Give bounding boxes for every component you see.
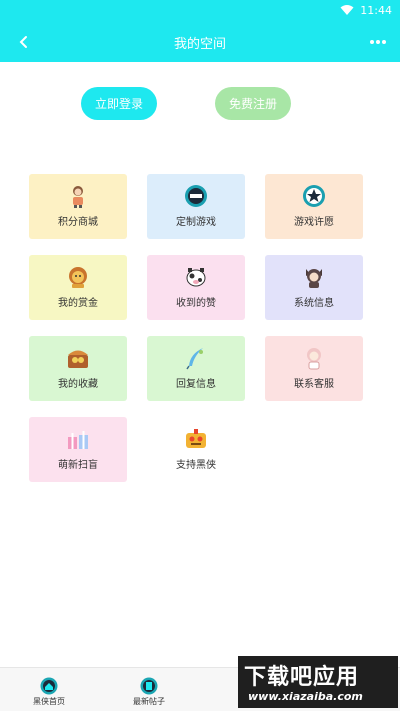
- menu-custom-game[interactable]: 定制游戏: [147, 174, 245, 239]
- watermark-text: 下载吧应用: [244, 665, 360, 690]
- nav-item-home[interactable]: 黑侠首页: [9, 668, 89, 711]
- wish-icon: [303, 185, 325, 207]
- menu-label: 回复信息: [176, 379, 216, 390]
- status-time: 11:44: [360, 4, 392, 17]
- new-badge-icon: [185, 185, 207, 207]
- support-icon: [186, 429, 206, 448]
- menu-my-favorites[interactable]: 我的收藏: [29, 336, 127, 401]
- menu-label: 联系客服: [294, 379, 334, 390]
- menu-label: 积分商城: [58, 217, 98, 228]
- menu-label: 游戏许愿: [294, 217, 334, 228]
- character-icon: [73, 186, 83, 208]
- login-button[interactable]: 立即登录: [81, 87, 157, 120]
- home-icon: [40, 677, 58, 695]
- cow-icon: [186, 268, 206, 287]
- watermark-logo: 下载吧应用 www.xiazaiba.com: [238, 656, 398, 708]
- menu-my-bounty[interactable]: 我的赏金: [29, 255, 127, 320]
- menu-label: 我的收藏: [58, 379, 98, 390]
- more-dots-icon[interactable]: [366, 32, 390, 52]
- menu-system-info[interactable]: 系统信息: [265, 255, 363, 320]
- anime-girl-icon: [306, 269, 322, 288]
- menu-label: 定制游戏: [176, 217, 216, 228]
- wifi-icon: [340, 5, 354, 15]
- lion-icon: [69, 267, 87, 288]
- nav-label: 最新帖子: [133, 697, 165, 706]
- menu-points-mall[interactable]: 积分商城: [29, 174, 127, 239]
- header-bar: 我的空间: [0, 22, 400, 62]
- menu-contact-support[interactable]: 联系客服: [265, 336, 363, 401]
- menu-game-wish[interactable]: 游戏许愿: [265, 174, 363, 239]
- nav-item-latest-posts[interactable]: 最新帖子: [109, 668, 189, 711]
- feather-icon: [186, 348, 203, 370]
- menu-label: 支持黑侠: [176, 460, 216, 471]
- menu-label: 我的赏金: [58, 298, 98, 309]
- menu-received-likes[interactable]: 收到的赞: [147, 255, 245, 320]
- menu-support-heixia[interactable]: 支持黑侠: [147, 417, 245, 482]
- watermark-url: www.xiazaiba.com: [248, 690, 363, 703]
- menu-reply-info[interactable]: 回复信息: [147, 336, 245, 401]
- treasure-box-icon: [68, 350, 88, 368]
- register-button[interactable]: 免费注册: [215, 87, 291, 120]
- support-girl-icon: [307, 348, 321, 370]
- menu-label: 收到的赞: [176, 298, 216, 309]
- nav-label: 黑侠首页: [33, 697, 65, 706]
- status-bar: 11:44: [0, 0, 400, 22]
- menu-label: 系统信息: [294, 298, 334, 309]
- gift-icon: [68, 431, 88, 449]
- posts-icon: [140, 677, 158, 695]
- page-title: 我的空间: [173, 37, 226, 52]
- menu-label: 萌新扫盲: [58, 460, 98, 471]
- menu-newbie-guide[interactable]: 萌新扫盲: [29, 417, 127, 482]
